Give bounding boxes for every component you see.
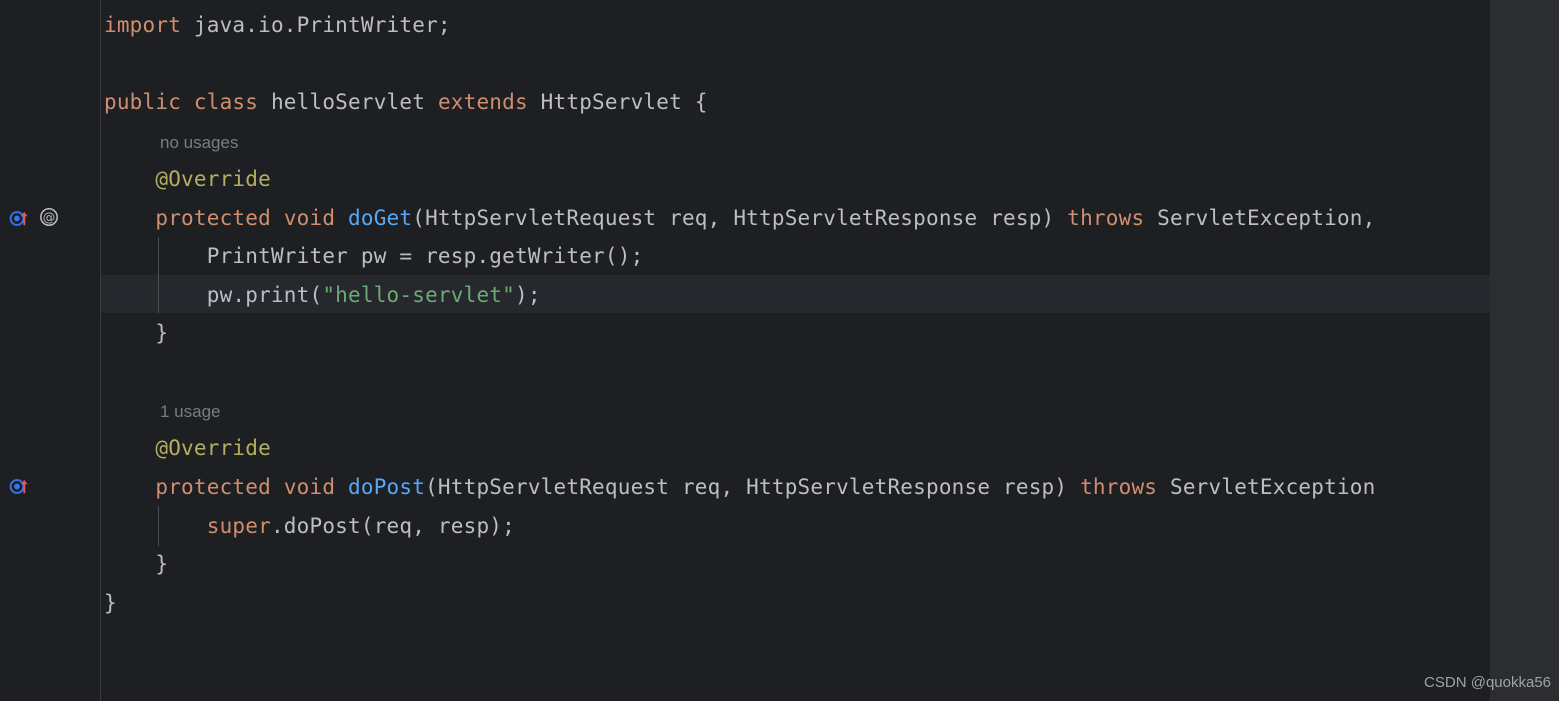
svg-text:@: @ [43,210,56,225]
code-token: class [193,90,259,114]
watermark-text: CSDN @quokka56 [1424,674,1551,691]
code-line[interactable]: protected void doGet(HttpServletRequest … [104,199,1376,238]
annotation-at-icon[interactable]: @ [38,206,60,228]
code-token: super [206,514,271,538]
code-token: ServletException [1157,475,1376,499]
code-token: @Override [155,436,271,460]
code-token: extends [437,90,528,114]
usage-inlay-hint[interactable]: 1 usage [160,392,221,431]
code-token: ); [515,283,541,307]
code-token: helloServlet [258,90,438,114]
code-line[interactable]: } [104,584,117,623]
indent-guide [158,506,159,546]
code-line[interactable]: } [104,545,168,584]
code-line[interactable]: public class helloServlet extends HttpSe… [104,83,708,122]
code-line[interactable]: PrintWriter pw = resp.getWriter(); [104,237,643,276]
code-token: throws [1080,475,1158,499]
indent-guide [158,237,159,313]
code-token: "hello-servlet" [322,283,515,307]
code-line[interactable]: import java.io.PrintWriter; [104,6,451,45]
code-text-area[interactable]: import java.io.PrintWriter; public class … [0,0,1490,701]
code-token: (HttpServletRequest req, HttpServletResp… [412,206,1068,230]
gutter-divider [100,0,101,701]
code-token: public [104,90,182,114]
code-token: } [104,321,169,345]
code-token: @Override [155,167,271,191]
code-token: import [104,13,182,37]
code-token: java.io.PrintWriter; [181,13,451,37]
code-token: void [283,475,336,499]
code-token: ServletException, [1144,206,1376,230]
editor-gutter[interactable]: @ [0,0,100,701]
code-token: } [104,591,117,615]
code-token: .doPost(req, resp); [270,514,515,538]
implementing-method-icon[interactable] [8,474,30,496]
code-token: HttpServlet { [527,90,708,114]
code-token: doPost [348,475,426,499]
code-line[interactable]: super.doPost(req, resp); [104,507,515,546]
code-token: doGet [348,206,413,230]
usage-inlay-hint[interactable]: no usages [160,123,238,162]
code-token: throws [1067,206,1145,230]
code-editor[interactable]: @ import java.io.PrintWriter; public clas… [0,0,1559,701]
code-token: (HttpServletRequest req, HttpServletResp… [425,475,1081,499]
code-line[interactable]: @Override [104,160,271,199]
code-token: PrintWriter pw = resp.getWriter(); [104,244,644,268]
code-token: protected [155,475,271,499]
code-token: void [283,206,336,230]
code-token: protected [155,206,271,230]
code-line[interactable]: pw.print("hello-servlet"); [104,276,541,315]
code-token: pw.print( [104,283,323,307]
code-line[interactable]: protected void doPost(HttpServletRequest… [104,468,1376,507]
scrollbar-marker-track[interactable] [1490,0,1559,701]
code-line[interactable]: } [104,314,168,353]
code-token: } [104,552,169,576]
code-line[interactable]: @Override [104,429,271,468]
implementing-method-icon[interactable] [8,206,30,228]
